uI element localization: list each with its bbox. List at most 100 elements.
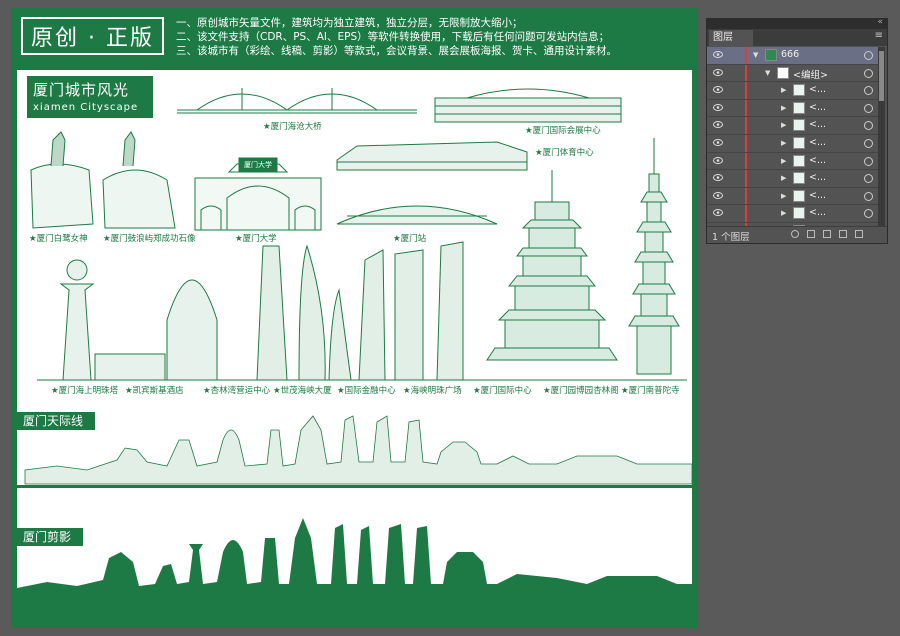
target-icon[interactable] [864,156,873,166]
layer-count: 1 个图层 [712,232,750,243]
layer-thumbnail [793,154,805,167]
delete-layer-icon[interactable] [855,230,863,238]
eye-icon[interactable] [713,191,723,199]
layer-name[interactable]: <... [809,172,826,183]
target-icon[interactable] [864,121,873,131]
caption-strait-pearl-plaza: ★海峡明珠广场 [403,386,462,396]
caption-nanputuo-temple: ★厦门南普陀寺 [621,386,680,396]
layer-name[interactable]: <... [809,119,826,130]
locate-object-icon[interactable] [791,230,799,238]
target-icon[interactable] [864,86,873,96]
make-clipping-mask-icon[interactable] [807,230,815,238]
layer-color-bar [745,117,747,134]
layer-name[interactable]: <... [809,84,826,95]
layer-thumbnail [765,49,777,61]
note-2: 二、该文件支持（CDR、PS、AI、EPS）等软件转换使用，下载后有任何问题可发… [176,31,610,43]
expand-triangle-icon[interactable]: ▶ [781,192,786,200]
caption-koxinga-statue: ★厦门鼓浪屿郑成功石像 [103,234,196,244]
new-sublayer-icon[interactable] [823,230,831,238]
layer-color-bar [745,82,747,99]
layer-name[interactable]: <编组> [793,67,828,81]
eye-icon[interactable] [713,174,723,182]
layer-row[interactable]: ▶ <... [707,117,879,135]
cityscape-panel: 厦门城市风光 xiamen Cityscape 厦门大学 ★厦门海沧大桥 ★厦门… [17,70,692,485]
note-3: 三、该城市有（彩绘、线稿、剪影）等款式，会议背景、展会展板海报、贺卡、通用设计素… [176,45,617,57]
eye-icon[interactable] [713,86,723,94]
layer-name[interactable]: <... [809,155,826,166]
section-title-silhouette: 厦门剪影 [17,528,83,546]
expand-triangle-icon[interactable]: ▼ [753,51,758,59]
layer-name[interactable]: <... [809,207,826,218]
header: 原创 · 正版 一、原创城市矢量文件，建筑均为独立建筑，独立分层，无限制放大缩小… [11,8,698,66]
target-icon[interactable] [864,51,873,60]
panel-menu-icon[interactable]: ≡ [875,30,883,41]
layer-row[interactable]: ▼ <编组> [707,64,879,83]
convention-center-drawing [434,88,622,123]
expand-triangle-icon[interactable]: ▼ [765,69,770,77]
collapse-icon[interactable]: « [877,17,883,27]
eye-icon[interactable] [713,68,723,76]
expand-triangle-icon[interactable]: ▶ [781,104,786,112]
target-icon[interactable] [864,68,873,78]
layer-list: ▼ 666 ▼ <编组> ▶ <... ▶ <... ▶ <... ▶ <...… [707,47,879,241]
panel-footer: 1 个图层 [707,226,887,243]
layer-name[interactable]: <... [809,102,826,113]
target-icon[interactable] [864,209,873,219]
eye-icon[interactable] [713,156,723,164]
layer-row[interactable]: ▶ <... [707,82,879,100]
eye-icon[interactable] [713,209,723,217]
layer-color-bar [745,170,747,187]
gate-plaque: 厦门大学 [244,161,272,169]
layer-row[interactable]: ▶ <... [707,170,879,188]
layer-row[interactable]: ▶ <... [707,205,879,223]
layer-row[interactable]: ▶ <... [707,134,879,153]
caption-haicang-bridge: ★厦门海沧大桥 [263,122,322,132]
layer-thumbnail [777,66,789,79]
layer-name[interactable]: 666 [781,49,799,60]
egret-statue-drawing [30,131,94,229]
eye-icon[interactable] [713,138,723,146]
new-layer-icon[interactable] [839,230,847,238]
section-subtitle-text: xiamen Cityscape [33,102,139,113]
target-icon[interactable] [864,191,873,201]
panel-titlebar[interactable]: « [707,17,887,29]
layer-thumbnail [793,207,805,220]
eye-icon[interactable] [713,121,723,129]
layer-thumbnail [793,101,805,114]
layer-name[interactable]: <... [809,190,826,201]
haicang-bridge-drawing [177,88,417,114]
expand-triangle-icon[interactable]: ▶ [781,86,786,94]
caption-ifc: ★国际金融中心 [337,386,396,396]
eye-icon[interactable] [713,51,723,58]
caption-kempinski-hotel: ★凯宾斯基酒店 [125,386,184,396]
layer-row[interactable]: ▶ <... [707,152,879,171]
layer-thumbnail [793,136,805,149]
layer-color-bar [745,64,747,82]
layers-scrollbar[interactable] [878,47,885,227]
expand-triangle-icon[interactable]: ▶ [781,209,786,217]
layer-color-bar [745,152,747,170]
layer-row[interactable]: ▼ 666 [707,47,879,65]
caption-xinglin-bay-center: ★杏林湾营运中心 [203,386,271,396]
skyline-drawing [24,415,692,485]
section-title-skyline: 厦门天际线 [17,412,95,430]
scrollbar-thumb[interactable] [879,51,884,101]
target-icon[interactable] [864,103,873,113]
tab-layers[interactable]: 图层 [709,30,753,46]
expand-triangle-icon[interactable]: ▶ [781,139,786,147]
expand-triangle-icon[interactable]: ▶ [781,174,786,182]
layer-thumbnail [793,189,805,202]
layer-row[interactable]: ▶ <... [707,187,879,206]
layer-color-bar [745,47,747,64]
expand-triangle-icon[interactable]: ▶ [781,157,786,165]
silhouette-panel [17,488,692,620]
layer-row[interactable]: ▶ <... [707,99,879,118]
target-icon[interactable] [864,138,873,148]
eye-icon[interactable] [713,103,723,111]
notes: 一、原创城市矢量文件，建筑均为独立建筑，独立分层，无限制放大缩小； 二、该文件支… [176,16,617,58]
expand-triangle-icon[interactable]: ▶ [781,121,786,129]
silhouette-drawing [17,518,692,620]
target-icon[interactable] [864,174,873,184]
artboard: 原创 · 正版 一、原创城市矢量文件，建筑均为独立建筑，独立分层，无限制放大缩小… [11,8,698,628]
layer-name[interactable]: <... [809,137,826,148]
